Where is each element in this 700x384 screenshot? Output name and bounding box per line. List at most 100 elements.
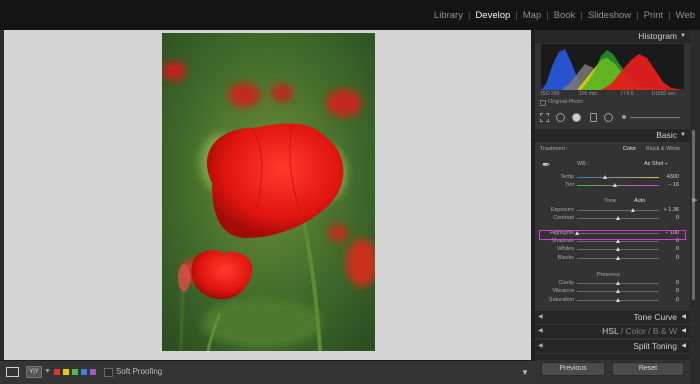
soft-proofing-checkbox[interactable] (104, 368, 113, 377)
photo-canvas (4, 30, 531, 360)
module-book[interactable]: Book (549, 10, 581, 21)
histogram-svg (541, 49, 684, 90)
histogram-header[interactable]: Histogram ▼ (535, 30, 690, 43)
exposure-label: Exposure (550, 207, 574, 213)
bottom-toolbar: Y|Y ▼ Soft Proofing ▼ (0, 360, 535, 384)
blacks-label: Blacks (557, 255, 574, 261)
toolbar-menu-icon[interactable]: ▼ (521, 368, 529, 377)
scrollbar-thumb[interactable] (692, 130, 695, 300)
vibrance-value[interactable]: 0 (659, 288, 679, 294)
right-panel: Histogram ▼ ISO 200 100 mm f / 5.6 1/160… (535, 30, 690, 384)
tone-curve-header[interactable]: ◀ Tone Curve ◀ (535, 311, 690, 324)
basic-header[interactable]: Basic ▼ (535, 129, 690, 142)
blacks-slider-thumb[interactable] (616, 256, 620, 260)
module-map[interactable]: Map (518, 10, 546, 21)
poppy-photo[interactable] (162, 33, 375, 351)
presence-label: Presence (597, 272, 621, 278)
photo-image (162, 33, 375, 351)
hsl-bw-tab[interactable]: B & W (653, 326, 677, 336)
module-slideshow[interactable]: Slideshow (583, 10, 636, 21)
crop-icon[interactable] (540, 113, 549, 122)
histogram-graph[interactable] (541, 44, 684, 90)
highlights-highlight-box (539, 230, 686, 240)
whites-slider-thumb[interactable] (616, 247, 620, 251)
expand-triangle-icon[interactable]: ◀ (538, 311, 543, 324)
next-panel-header[interactable] (535, 354, 690, 360)
exposure-slider-thumb[interactable] (630, 208, 635, 212)
tint-slider-thumb[interactable] (612, 183, 617, 187)
saturation-value[interactable]: 0 (659, 297, 679, 303)
reset-button[interactable]: Reset (612, 362, 684, 376)
original-photo-checkbox[interactable] (540, 100, 546, 106)
shutter-readout: 1/1600 sec (651, 91, 676, 97)
exposure-slider[interactable] (577, 210, 659, 211)
treatment-bw-option[interactable]: Black & White (646, 146, 680, 152)
module-library[interactable]: Library (429, 10, 468, 21)
vibrance-slider-thumb[interactable] (616, 289, 620, 293)
split-toning-header[interactable]: ◀ Split Toning ◀ (535, 340, 690, 353)
collapse-triangle-icon[interactable]: ▼ (680, 129, 686, 142)
module-web[interactable]: Web (671, 10, 700, 21)
contrast-value[interactable]: 0 (659, 215, 679, 221)
expand-triangle-icon[interactable]: ◀ (538, 325, 543, 338)
temp-label: Temp (560, 174, 574, 180)
purple-label-icon[interactable] (90, 369, 96, 375)
previous-button[interactable]: Previous (541, 362, 605, 376)
aperture-readout: f / 5.6 (621, 91, 634, 97)
contrast-label: Contrast (553, 215, 574, 221)
red-eye-icon[interactable] (572, 113, 581, 122)
whites-value[interactable]: 0 (659, 246, 679, 252)
collapse-triangle-icon[interactable]: ◀ (681, 340, 686, 353)
view-dropdown-icon[interactable]: ▼ (44, 368, 51, 375)
tint-value[interactable]: − 16 (659, 182, 679, 188)
whites-label: Whites (557, 246, 574, 252)
tone-label: Tone (604, 198, 616, 204)
iso-readout: ISO 200 (541, 91, 560, 97)
temp-value[interactable]: 4300 (659, 174, 679, 180)
module-develop[interactable]: Develop (470, 10, 515, 21)
tone-curve-title: Tone Curve (633, 312, 677, 322)
collapse-triangle-icon[interactable]: ◀ (681, 325, 686, 338)
blacks-value[interactable]: 0 (659, 255, 679, 261)
collapse-triangle-icon[interactable]: ◀ (681, 311, 686, 324)
hsl-header[interactable]: ◀ HSL / Color / B & W ◀ (535, 325, 690, 338)
loupe-view-icon[interactable] (6, 367, 19, 377)
hsl-tab[interactable]: HSL (602, 326, 618, 336)
clarity-slider-thumb[interactable] (616, 281, 620, 285)
green-label-icon[interactable] (72, 369, 78, 375)
contrast-slider-thumb[interactable] (616, 216, 620, 220)
auto-tone-button[interactable]: Auto (634, 198, 645, 204)
tint-label: Tint (565, 182, 574, 188)
hsl-color-tab[interactable]: Color (625, 326, 645, 336)
wb-preset-select[interactable]: As Shot ÷ (644, 161, 668, 167)
clarity-label: Clarity (558, 280, 574, 286)
red-label-icon[interactable] (54, 369, 60, 375)
tool-strip (540, 112, 685, 124)
brush-size-icon (622, 115, 626, 119)
temp-slider-thumb[interactable] (602, 175, 607, 179)
panel-scrollbar[interactable]: ▶ (690, 30, 700, 384)
collapse-right-panel-icon[interactable]: ▶ (692, 196, 697, 204)
module-picker: Library | Develop | Map | Book | Slidesh… (429, 0, 700, 30)
compare-view-button[interactable]: Y|Y (26, 366, 42, 378)
histogram-title: Histogram (638, 31, 677, 41)
saturation-slider-thumb[interactable] (616, 298, 620, 302)
tint-slider[interactable] (577, 185, 659, 186)
focal-length-readout: 100 mm (579, 91, 598, 97)
radial-filter-icon[interactable] (604, 113, 613, 122)
white-balance-dropper-icon[interactable]: ✒ (542, 160, 550, 171)
treatment-label: Treatment : (540, 146, 568, 152)
collapse-triangle-icon[interactable]: ▼ (680, 30, 686, 43)
tool-slider-track[interactable] (630, 117, 680, 118)
clarity-value[interactable]: 0 (659, 280, 679, 286)
expand-triangle-icon[interactable]: ◀ (538, 340, 543, 353)
module-print[interactable]: Print (639, 10, 669, 21)
temp-slider[interactable] (577, 177, 659, 178)
spot-removal-icon[interactable] (556, 113, 565, 122)
yellow-label-icon[interactable] (63, 369, 69, 375)
exposure-value[interactable]: + 1.36 (659, 207, 679, 213)
treatment-color-option[interactable]: Color (623, 146, 636, 152)
blue-label-icon[interactable] (81, 369, 87, 375)
original-photo-label: Original Photo (548, 99, 583, 105)
graduated-filter-icon[interactable] (590, 113, 597, 122)
